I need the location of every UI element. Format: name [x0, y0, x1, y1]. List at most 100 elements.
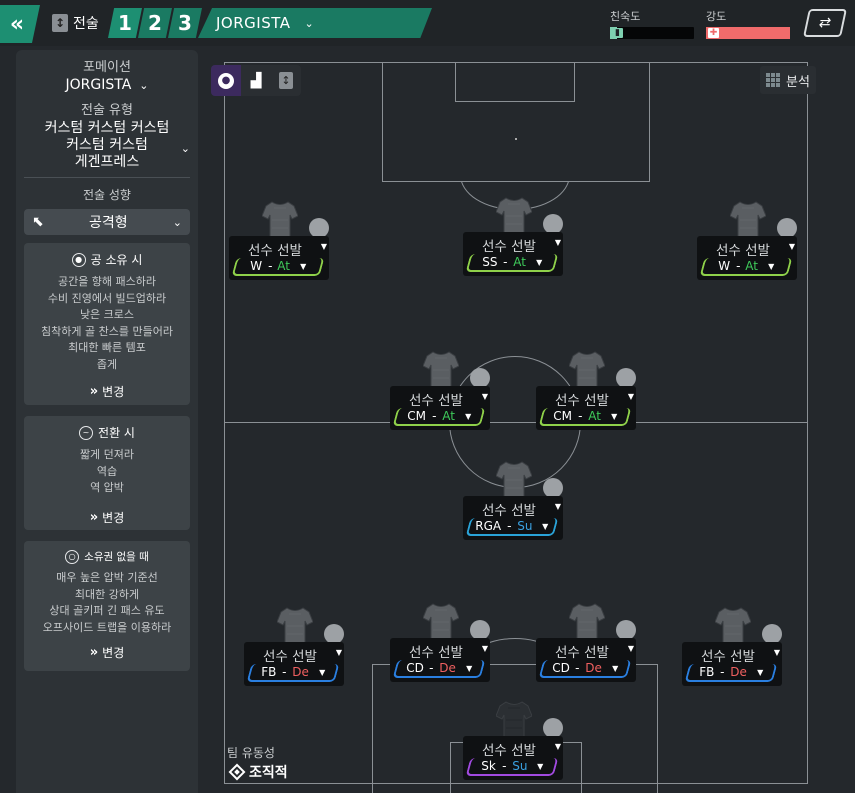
role-dropdown[interactable]: W - At ▼ — [231, 258, 325, 276]
triangle-down-icon: ▼ — [768, 261, 775, 271]
role-duty: At — [442, 409, 455, 423]
familiarity-icon: ▮ — [612, 28, 623, 38]
penalty-spot-top — [515, 138, 517, 140]
triangle-down-icon: ▼ — [335, 648, 342, 657]
in-possession-card: ● 공 소유 시 공간을 향해 패스하라 수비 진영에서 빌드업하라 낮은 크로… — [24, 243, 190, 405]
tactics-tab[interactable]: ↕ 전술 — [52, 10, 99, 36]
player-selector[interactable]: 선수 선발 ▼ Sk - Su ▼ — [463, 736, 563, 780]
player-slot[interactable]: 선수 선발 ▼ CM - At ▼ — [536, 350, 636, 438]
tactics-view-button[interactable]: ↕ — [271, 65, 301, 96]
player-selector[interactable]: 선수 선발 ▼ W - At ▼ — [229, 236, 329, 280]
in-transition-card: ~ 전환 시 짧게 던져라 역습 역 압박 » 변경 — [24, 416, 190, 530]
role-dropdown[interactable]: FB - De ▼ — [684, 664, 778, 682]
instruction-line: 상대 골키퍼 긴 패스 유도 — [49, 604, 165, 617]
back-button[interactable]: « — [0, 5, 40, 43]
chevron-down-icon: ⌄ — [180, 142, 190, 155]
role-dropdown[interactable]: FB - De ▼ — [246, 664, 340, 682]
out-of-possession-change-button[interactable]: » 변경 — [28, 644, 186, 661]
player-selector[interactable]: 선수 선발 ▼ CD - De ▼ — [390, 638, 490, 682]
role-dropdown[interactable]: Sk - Su ▼ — [465, 758, 559, 776]
player-slot[interactable]: 선수 선발 ▼ CM - At ▼ — [390, 350, 490, 438]
instruction-line: 최대한 빠른 템포 — [68, 341, 146, 354]
role-dropdown[interactable]: CM - At ▼ — [392, 408, 486, 426]
player-slot[interactable]: 선수 선발 ▼ RGA - Su ▼ — [463, 460, 563, 548]
player-slot[interactable]: 선수 선발 ▼ SS - At ▼ — [463, 196, 563, 284]
player-status-icon — [616, 368, 636, 388]
player-selector[interactable]: 선수 선발 ▼ FB - De ▼ — [682, 642, 782, 686]
role-position: W — [717, 259, 730, 273]
triangle-down-icon: ▼ — [536, 257, 543, 267]
triangle-down-icon: ▼ — [537, 761, 544, 771]
familiarity-meter[interactable]: 친숙도 ▮ — [610, 8, 694, 39]
player-name: 선수 선발 — [482, 503, 536, 519]
intensity-label: 강도 — [706, 10, 727, 23]
swap-button[interactable]: ⇄ — [803, 9, 847, 37]
player-slot[interactable]: 선수 선발 ▼ W - At ▼ — [697, 200, 797, 288]
divider — [24, 177, 190, 178]
mentality-dropdown[interactable]: ⬉ 공격형 ⌄ — [24, 209, 190, 235]
tactic-slot-bar: 1 2 3 JORGISTA ⌄ — [108, 8, 432, 38]
triangle-down-icon: ▼ — [757, 667, 764, 677]
in-transition-title-text: 전환 시 — [98, 426, 135, 440]
player-selector[interactable]: 선수 선발 ▼ W - At ▼ — [697, 236, 797, 280]
fluidity-value[interactable]: 조직적 — [228, 762, 288, 782]
intensity-meter[interactable]: 강도 ✚ — [706, 8, 790, 39]
change-label: 변경 — [102, 510, 125, 525]
in-transition-change-button[interactable]: » 변경 — [28, 509, 186, 526]
formation-dropdown[interactable]: JORGISTA ⌄ — [16, 77, 198, 93]
goal-area-top — [455, 62, 575, 102]
grid-icon — [766, 73, 780, 87]
change-label: 변경 — [102, 385, 125, 399]
out-of-possession-card: ○ 소유권 없을 때 매우 높은 압박 기준선 최대한 강하게 상대 골키퍼 긴… — [24, 541, 190, 671]
player-selector[interactable]: 선수 선발 ▼ CM - At ▼ — [390, 386, 490, 430]
role-separator: - — [425, 661, 438, 675]
triangle-down-icon: ▼ — [554, 238, 561, 247]
role-dropdown[interactable]: W - At ▼ — [699, 258, 793, 276]
player-name: 선수 선발 — [482, 239, 536, 255]
tactics-board-icon: ↕ — [52, 14, 68, 32]
tactic-slot-1[interactable]: 1 — [108, 8, 142, 38]
double-chevron-left-icon: « — [9, 11, 25, 37]
familiarity-label: 친숙도 — [610, 10, 641, 23]
style-label: 전술 유형 — [81, 103, 133, 118]
role-position: RGA — [475, 519, 502, 533]
transition-icon: ~ — [79, 425, 94, 440]
swap-arrows-icon: ⇄ — [817, 15, 833, 31]
player-slot[interactable]: 선수 선발 ▼ FB - De ▼ — [244, 606, 344, 694]
tactic-slot-3[interactable]: 3 — [168, 8, 202, 38]
role-dropdown[interactable]: CD - De ▼ — [538, 660, 632, 678]
tactic-name-dropdown[interactable]: JORGISTA ⌄ — [198, 8, 432, 38]
analysis-button[interactable]: 분석 — [760, 66, 816, 94]
player-selector[interactable]: 선수 선발 ▼ CD - De ▼ — [536, 638, 636, 682]
triangle-down-icon: ▼ — [788, 242, 795, 251]
stats-view-button[interactable]: ▟ — [241, 65, 271, 96]
player-selector[interactable]: 선수 선발 ▼ CM - At ▼ — [536, 386, 636, 430]
player-status-icon — [616, 620, 636, 640]
role-duty: Su — [511, 759, 528, 773]
fluidity-text: 조직적 — [249, 765, 288, 781]
player-selector[interactable]: 선수 선발 ▼ FB - De ▼ — [244, 642, 344, 686]
intensity-bar: ✚ — [706, 27, 790, 39]
player-slot[interactable]: 선수 선발 ▼ W - At ▼ — [229, 200, 329, 288]
top-bar: « ↕ 전술 1 2 3 JORGISTA ⌄ 친숙도 ▮ 강도 ✚ ⇄ — [0, 0, 855, 46]
role-dropdown[interactable]: RGA - Su ▼ — [465, 518, 559, 536]
role-dropdown[interactable]: CD - De ▼ — [392, 660, 486, 678]
player-selector[interactable]: 선수 선발 ▼ RGA - Su ▼ — [463, 496, 563, 540]
tactic-slot-2[interactable]: 2 — [138, 8, 172, 38]
player-slot[interactable]: 선수 선발 ▼ CD - De ▼ — [536, 602, 636, 690]
style-value-line: 게겐프레스 — [74, 154, 140, 170]
in-possession-change-button[interactable]: » 변경 — [28, 383, 186, 400]
player-name: 선수 선발 — [409, 645, 463, 661]
player-status-icon — [309, 218, 329, 238]
ball-icon: ● — [71, 252, 86, 267]
player-view-button[interactable]: ● — [211, 65, 241, 96]
player-slot[interactable]: 선수 선발 ▼ CD - De ▼ — [390, 602, 490, 690]
role-dropdown[interactable]: CM - At ▼ — [538, 408, 632, 426]
player-slot[interactable]: 선수 선발 ▼ Sk - Su ▼ — [463, 700, 563, 788]
familiarity-bar: ▮ — [610, 27, 694, 39]
player-selector[interactable]: 선수 선발 ▼ SS - At ▼ — [463, 232, 563, 276]
player-slot[interactable]: 선수 선발 ▼ FB - De ▼ — [682, 606, 782, 694]
style-dropdown[interactable]: 커스텀 커스텀 커스텀 커스텀 커스텀 게겐프레스 ⌄ — [16, 120, 198, 171]
tactic-name: JORGISTA — [216, 14, 291, 32]
role-dropdown[interactable]: SS - At ▼ — [465, 254, 559, 272]
